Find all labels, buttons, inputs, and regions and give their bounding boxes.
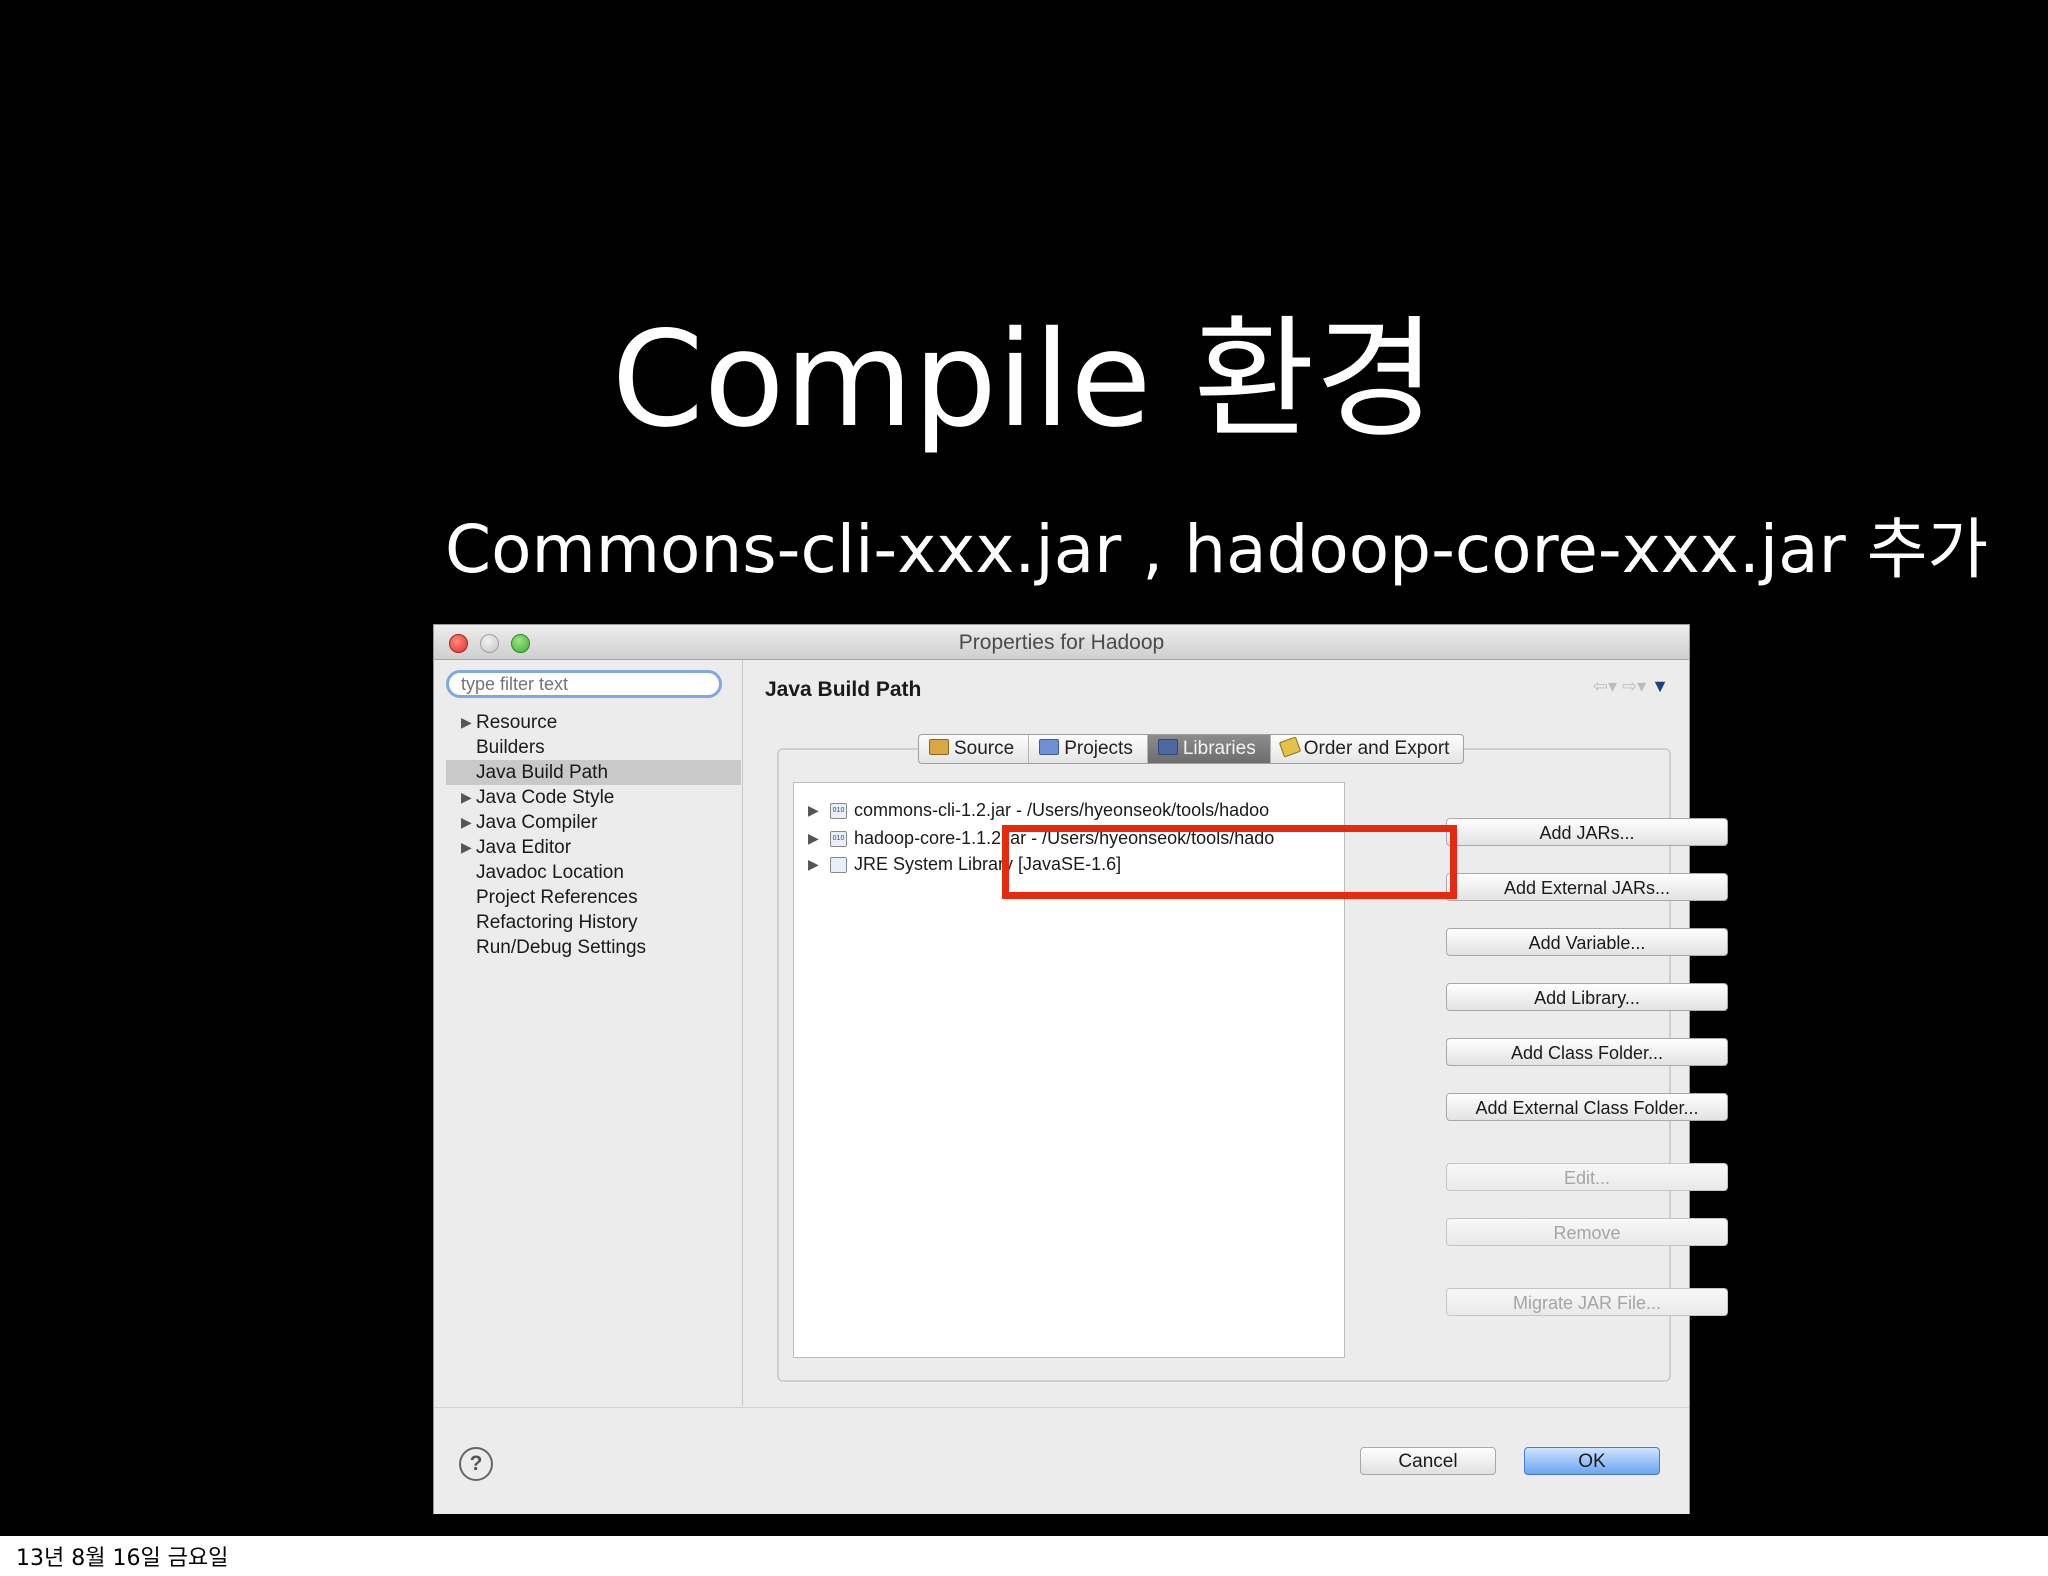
sidebar-item-java-compiler[interactable]: ▶ Java Compiler xyxy=(446,810,741,835)
tab-bar: Source Projects Libraries Order and Expo… xyxy=(918,734,1465,764)
expand-arrow-icon[interactable]: ▶ xyxy=(808,825,819,851)
sidebar-item-label: Resource xyxy=(476,712,558,733)
library-icon xyxy=(830,857,847,873)
migrate-jar-file-button[interactable]: Migrate JAR File... xyxy=(1446,1288,1728,1316)
sidebar-item-project-references[interactable]: Project References xyxy=(446,885,741,910)
remove-button[interactable]: Remove xyxy=(1446,1218,1728,1246)
sidebar-item-label: Refactoring History xyxy=(476,912,638,933)
slide-title: Compile 환경 xyxy=(611,303,1437,457)
sidebar-item-builders[interactable]: Builders xyxy=(446,735,741,760)
title-bar: Properties for Hadoop xyxy=(434,625,1689,660)
tab-label: Libraries xyxy=(1182,738,1256,759)
expand-arrow-icon[interactable]: ▶ xyxy=(461,785,472,810)
red-highlight-box xyxy=(1002,825,1457,899)
back-arrow-icon[interactable]: ⇦▾ xyxy=(1593,676,1617,696)
source-folder-icon xyxy=(929,739,949,755)
sidebar: ▶Resource Builders Java Build Path ▶Java… xyxy=(434,660,743,1406)
order-export-icon xyxy=(1278,736,1301,758)
jar-icon: 010 xyxy=(830,803,847,819)
filter-input[interactable] xyxy=(446,670,722,698)
tab-label: Projects xyxy=(1064,738,1133,759)
page-title: Java Build Path xyxy=(765,678,922,701)
jar-icon: 010 xyxy=(830,831,847,847)
libraries-icon xyxy=(1157,739,1178,755)
tab-source[interactable]: Source xyxy=(919,735,1030,763)
expand-arrow-icon[interactable]: ▶ xyxy=(461,835,472,860)
sidebar-item-run-debug-settings[interactable]: Run/Debug Settings xyxy=(446,935,741,960)
sidebar-item-java-code-style[interactable]: ▶ Java Code Style xyxy=(446,785,741,810)
add-variable-button[interactable]: Add Variable... xyxy=(1446,928,1728,956)
properties-dialog: Properties for Hadoop ▶Resource Builders… xyxy=(433,624,1728,1514)
tab-label: Source xyxy=(954,738,1015,759)
slide-footer-date: 13년 8월 16일 금요일 xyxy=(16,1546,229,1571)
add-external-jars-button[interactable]: Add External JARs... xyxy=(1446,873,1728,901)
sidebar-item-label: Java Editor xyxy=(476,837,572,858)
tab-projects[interactable]: Projects xyxy=(1029,735,1148,763)
cancel-button[interactable]: Cancel xyxy=(1360,1447,1496,1475)
sidebar-item-label: Run/Debug Settings xyxy=(476,937,647,958)
slide: Compile 환경 Commons-cli-xxx.jar , hadoop-… xyxy=(0,0,2048,1536)
sidebar-item-label: Java Build Path xyxy=(476,762,609,783)
view-menu-icon[interactable]: ▼ xyxy=(1651,676,1669,696)
add-jars-button[interactable]: Add JARs... xyxy=(1446,818,1728,846)
history-nav: ⇦▾ ⇨▾ ▼ xyxy=(1593,676,1669,697)
add-external-class-folder-button[interactable]: Add External Class Folder... xyxy=(1446,1093,1728,1121)
forward-arrow-icon[interactable]: ⇨▾ xyxy=(1622,676,1646,696)
dialog-footer: ? Cancel OK xyxy=(434,1407,1689,1514)
sidebar-item-java-editor[interactable]: ▶ Java Editor xyxy=(446,835,741,860)
add-library-button[interactable]: Add Library... xyxy=(1446,983,1728,1011)
sidebar-nav: ▶ Resource Builders Java Build Path ▶ Java… xyxy=(446,710,741,960)
ok-button[interactable]: OK xyxy=(1524,1447,1660,1475)
tab-label: Order and Export xyxy=(1303,738,1450,759)
sidebar-item-label: Java Code Style xyxy=(476,787,615,808)
sidebar-item-label: Builders xyxy=(476,737,545,758)
sidebar-item-label: Java Compiler xyxy=(476,812,598,833)
slide-subtitle: Commons-cli-xxx.jar , hadoop-core-xxx.ja… xyxy=(445,511,1989,588)
sidebar-item-resource[interactable]: ▶ Resource xyxy=(446,710,741,735)
expand-arrow-icon[interactable]: ▶ xyxy=(461,810,472,835)
expand-arrow-icon[interactable]: ▶ xyxy=(461,710,472,735)
sidebar-item-refactoring-history[interactable]: Refactoring History xyxy=(446,910,741,935)
add-class-folder-button[interactable]: Add Class Folder... xyxy=(1446,1038,1728,1066)
main-pane: Java Build Path ⇦▾ ⇨▾ ▼ Source Projects … xyxy=(743,660,1728,1406)
list-item[interactable]: ▶ 010 commons-cli-1.2.jar - /Users/hyeon… xyxy=(794,797,1344,823)
tab-libraries[interactable]: Libraries xyxy=(1147,735,1271,763)
sidebar-item-label: Project References xyxy=(476,887,638,908)
sidebar-item-label: Javadoc Location xyxy=(476,862,624,883)
help-icon[interactable]: ? xyxy=(459,1447,493,1481)
projects-icon xyxy=(1039,739,1060,755)
expand-arrow-icon[interactable]: ▶ xyxy=(808,797,819,823)
sidebar-item-javadoc-location[interactable]: Javadoc Location xyxy=(446,860,741,885)
sidebar-item-java-build-path[interactable]: Java Build Path xyxy=(446,760,741,785)
list-item-label: commons-cli-1.2.jar - /Users/hyeonseok/t… xyxy=(854,800,1270,820)
tab-order-and-export[interactable]: Order and Export xyxy=(1271,735,1464,763)
edit-button[interactable]: Edit... xyxy=(1446,1163,1728,1191)
expand-arrow-icon[interactable]: ▶ xyxy=(808,851,819,877)
window-title: Properties for Hadoop xyxy=(958,631,1165,654)
